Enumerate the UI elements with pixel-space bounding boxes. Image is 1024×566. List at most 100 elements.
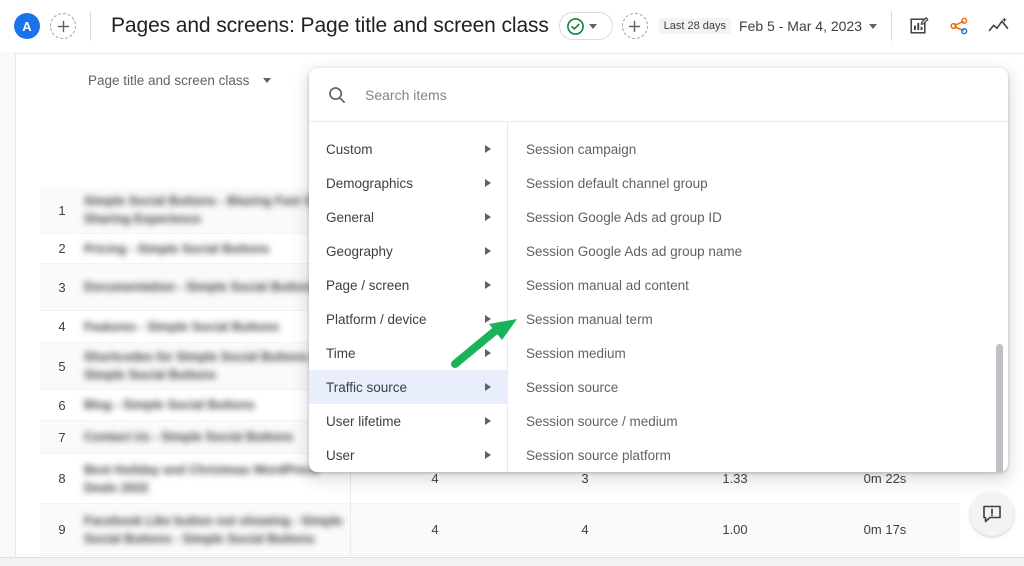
chevron-right-icon [485, 383, 491, 391]
chevron-right-icon [485, 281, 491, 289]
category-label: Platform / device [326, 311, 427, 327]
edit-comparison-button[interactable] [908, 15, 930, 37]
category-item-page-screen[interactable]: Page / screen [309, 268, 507, 302]
chevron-right-icon [485, 349, 491, 357]
category-label: Traffic source [326, 379, 408, 395]
chevron-right-icon [485, 213, 491, 221]
column-divider [350, 504, 351, 555]
chevron-right-icon [485, 247, 491, 255]
row-dimension: Facebook Like button not showing - Simpl… [84, 513, 343, 546]
page-title: Pages and screens: Page title and screen… [111, 14, 549, 37]
category-label: User [326, 447, 355, 463]
bottom-strip [0, 557, 1024, 566]
feedback-button[interactable] [970, 492, 1014, 536]
row-index: 4 [58, 319, 66, 334]
category-item-platform-device[interactable]: Platform / device [309, 302, 507, 336]
metric-views: 4 [431, 522, 439, 537]
category-label: General [326, 209, 375, 225]
topbar-icon-group [908, 15, 1010, 37]
chevron-right-icon [485, 145, 491, 153]
chevron-right-icon [485, 315, 491, 323]
list-item[interactable]: Session default channel group [508, 166, 1008, 200]
save-state-button[interactable] [558, 12, 613, 40]
left-gutter [0, 52, 16, 566]
list-item[interactable]: Session medium [508, 336, 1008, 370]
category-label: Page / screen [326, 277, 410, 293]
search-bar [309, 68, 1008, 122]
chevron-down-icon [588, 23, 597, 29]
category-label: Demographics [326, 175, 414, 191]
date-range-label: Feb 5 - Mar 4, 2023 [739, 18, 862, 34]
category-item-custom[interactable]: Custom [309, 132, 507, 166]
category-label: Custom [326, 141, 373, 157]
insights-button[interactable] [988, 15, 1010, 37]
category-label: Time [326, 345, 356, 361]
row-metrics: 4 3 1.33 0m 22s [360, 471, 960, 486]
divider [90, 11, 91, 41]
category-label: User lifetime [326, 413, 402, 429]
dimension-selector[interactable]: Page title and screen class [88, 73, 272, 88]
chevron-down-icon [263, 78, 272, 83]
share-icon [950, 17, 968, 35]
search-icon-wrap [309, 85, 365, 105]
list-item[interactable]: Session Google Ads ad group name [508, 234, 1008, 268]
avatar[interactable]: A [14, 13, 40, 39]
chevron-right-icon [485, 179, 491, 187]
date-range-picker[interactable]: Feb 5 - Mar 4, 2023 [731, 18, 877, 34]
row-metrics: 4 4 1.00 0m 17s [360, 522, 960, 537]
add-report-button[interactable] [621, 13, 648, 39]
category-item-geography[interactable]: Geography [309, 234, 507, 268]
metric-avg-time: 0m 22s [863, 471, 907, 486]
search-icon [329, 86, 345, 103]
check-circle-icon [566, 17, 584, 35]
dimension-list-scrollbar[interactable] [996, 344, 1003, 472]
insights-icon [988, 17, 1009, 32]
category-list: Custom Demographics General Geography Pa… [309, 122, 508, 472]
dimension-selector-label: Page title and screen class [88, 73, 250, 88]
row-index: 5 [58, 358, 66, 374]
category-item-traffic-source[interactable]: Traffic source [309, 370, 507, 404]
list-item[interactable]: Session campaign [508, 132, 1008, 166]
chevron-right-icon [485, 417, 491, 425]
category-item-user-lifetime[interactable]: User lifetime [309, 404, 507, 438]
category-item-time[interactable]: Time [309, 336, 507, 370]
dimension-picker-dialog: Custom Demographics General Geography Pa… [309, 68, 1008, 472]
row-index: 3 [58, 279, 66, 295]
plus-icon [629, 20, 641, 32]
row-index: 2 [58, 241, 66, 256]
category-item-demographics[interactable]: Demographics [309, 166, 507, 200]
row-index: 9 [58, 522, 66, 537]
metric-views-per-user: 1.00 [722, 522, 748, 537]
category-label: Geography [326, 243, 393, 259]
chevron-down-icon [869, 23, 877, 29]
metric-users: 3 [581, 471, 589, 486]
list-item[interactable]: Session source / medium [508, 404, 1008, 438]
metric-views-per-user: 1.33 [722, 471, 748, 486]
list-item[interactable]: Session manual ad content [508, 268, 1008, 302]
dimension-item-list: Session campaign Session default channel… [508, 122, 1008, 472]
metric-views: 4 [431, 471, 439, 486]
row-index: 6 [58, 397, 66, 413]
row-index: 7 [58, 429, 66, 445]
modal-body: Custom Demographics General Geography Pa… [309, 122, 1008, 472]
row-index: 8 [58, 471, 66, 486]
list-item[interactable]: Session manual term [508, 302, 1008, 336]
category-item-user[interactable]: User [309, 438, 507, 472]
table-row[interactable]: 9 Facebook Like button not showing - Sim… [40, 504, 960, 556]
divider [891, 11, 892, 41]
edit-chart-icon [910, 17, 929, 34]
metric-avg-time: 0m 17s [863, 522, 907, 537]
plus-icon [57, 20, 69, 32]
row-index: 1 [58, 202, 66, 218]
feedback-icon [983, 505, 1001, 523]
top-bar: A Pages and screens: Page title and scre… [0, 0, 1024, 52]
date-preset-chip: Last 28 days [658, 18, 732, 34]
list-item[interactable]: Session source platform [508, 438, 1008, 472]
list-item[interactable]: Session Google Ads ad group ID [508, 200, 1008, 234]
list-item[interactable]: Session source [508, 370, 1008, 404]
search-input[interactable] [365, 86, 1008, 103]
add-comparison-button[interactable] [50, 13, 76, 39]
app-root: A Pages and screens: Page title and scre… [0, 0, 1024, 566]
category-item-general[interactable]: General [309, 200, 507, 234]
share-button[interactable] [948, 15, 970, 37]
